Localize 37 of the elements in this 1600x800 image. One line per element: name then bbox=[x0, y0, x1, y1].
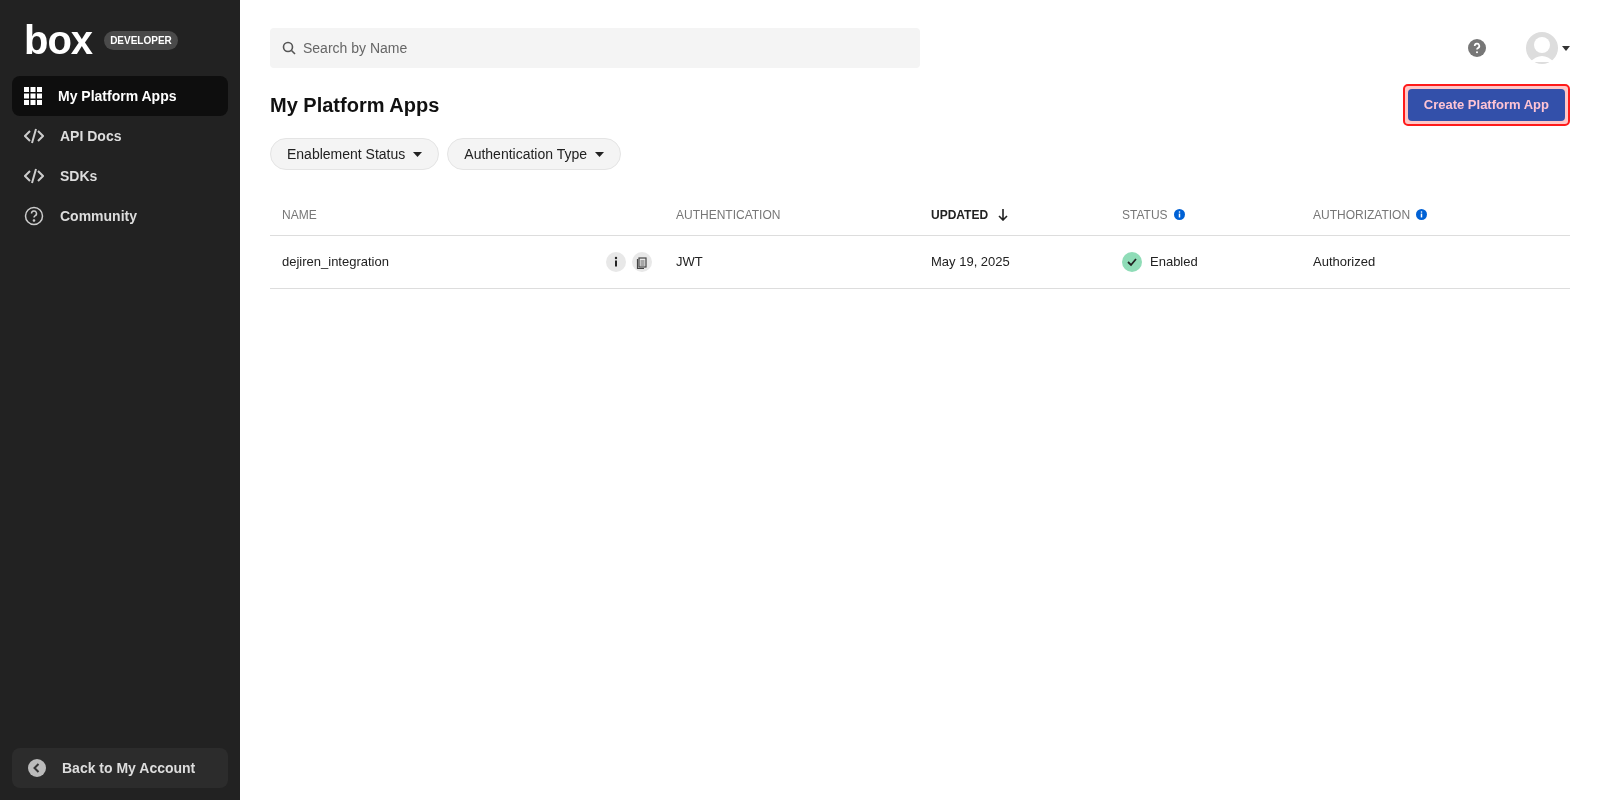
column-header[interactable]: AUTHENTICATION bbox=[676, 205, 781, 224]
column-header[interactable]: STATUS bbox=[1122, 205, 1168, 224]
back-button[interactable]: Back to My Account bbox=[12, 748, 228, 788]
info-icon[interactable] bbox=[606, 252, 626, 272]
column-header[interactable]: AUTHORIZATION bbox=[1313, 205, 1411, 224]
help-icon bbox=[24, 206, 44, 226]
search-field[interactable]: Search by Name bbox=[270, 28, 920, 68]
caret-icon bbox=[1562, 45, 1570, 51]
page-title: My Platform Apps bbox=[270, 93, 440, 118]
copy-icon[interactable] bbox=[632, 252, 652, 272]
column-header[interactable]: NAME bbox=[282, 205, 317, 224]
sort-down-arrow-icon bbox=[998, 208, 1009, 221]
help-icon[interactable] bbox=[1468, 39, 1486, 57]
developer-badge: DEVELOPER bbox=[104, 30, 178, 50]
nav-item[interactable]: My Platform Apps bbox=[12, 76, 228, 116]
caret-icon bbox=[595, 151, 604, 157]
create-app-button[interactable]: Create Platform App bbox=[1407, 89, 1565, 121]
column-header[interactable]: UPDATED bbox=[931, 205, 989, 224]
app-name[interactable]: dejiren_integration bbox=[282, 252, 389, 272]
nav-item[interactable]: Community bbox=[12, 196, 228, 236]
filter-dropdown[interactable]: Enablement Status bbox=[270, 138, 440, 170]
status-text: Enabled bbox=[1150, 253, 1198, 272]
table-row[interactable]: dejiren_integration JWT May 19, 2025 Enabled Authorized bbox=[270, 236, 1570, 289]
avatar-icon bbox=[1526, 32, 1558, 64]
code-icon bbox=[24, 168, 44, 184]
code-icon bbox=[24, 128, 44, 144]
updated-date: May 19, 2025 bbox=[931, 254, 1010, 270]
authorization-text: Authorized bbox=[1313, 254, 1376, 270]
nav-item[interactable]: SDKs bbox=[12, 156, 228, 196]
auth-type: JWT bbox=[676, 254, 703, 270]
chevron-left-icon bbox=[28, 759, 46, 777]
filter-dropdown[interactable]: Authentication Type bbox=[447, 138, 621, 170]
caret-icon bbox=[413, 151, 423, 157]
logo[interactable]: box bbox=[24, 20, 93, 60]
nav-item[interactable]: API Docs bbox=[12, 116, 228, 156]
search-icon bbox=[282, 41, 296, 55]
grid-icon bbox=[24, 87, 42, 105]
